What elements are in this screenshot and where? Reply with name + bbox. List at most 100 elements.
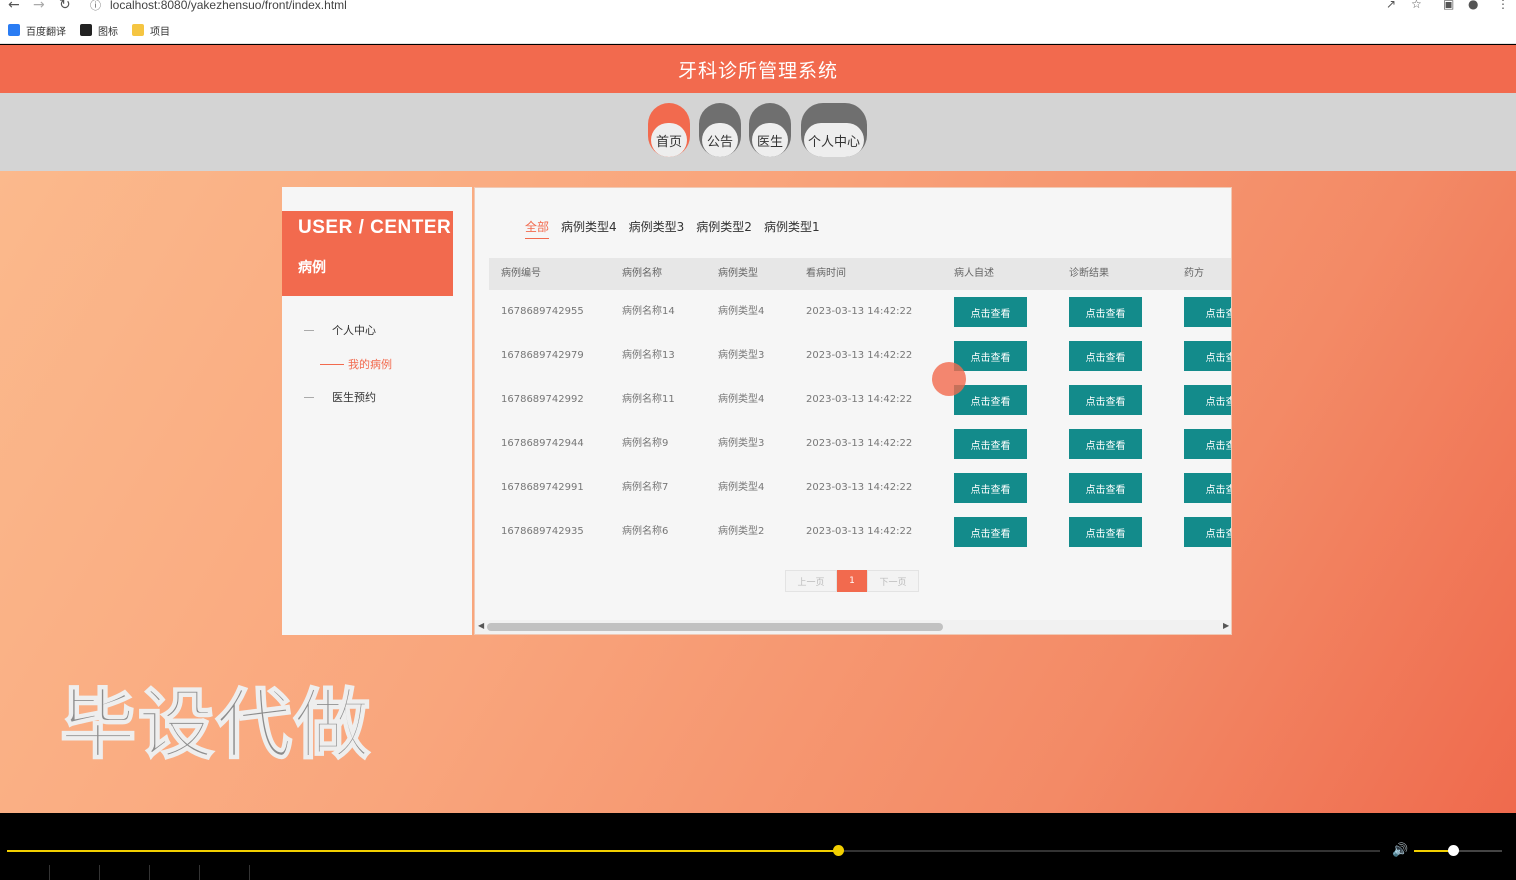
nav-item-0[interactable]: 首页 [648, 103, 690, 157]
view-diagnosis-button[interactable]: 点击查看 [1069, 429, 1142, 459]
cell-name: 病例名称14 [622, 306, 675, 317]
main-nav: 首页 公告 医生 个人中心 [0, 93, 1516, 171]
filter-tab-1[interactable]: 病例类型4 [561, 218, 617, 239]
scroll-right-icon[interactable]: ▶ [1223, 621, 1229, 630]
table-row: 1678689742991 病例名称7 病例类型4 2023-03-13 14:42:… [489, 466, 1231, 510]
main-area: USER / CENTER 病例 个人中心 我的病例 医生预约 全部 病例类型4 病… [0, 171, 1516, 813]
view-prescription-button[interactable]: 点击查 [1184, 473, 1231, 503]
player-control[interactable] [100, 865, 150, 880]
horizontal-scrollbar[interactable]: ◀ ▶ [475, 620, 1231, 634]
cell-id: 1678689742992 [501, 394, 584, 405]
volume-icon[interactable]: 🔊 [1392, 843, 1408, 858]
reload-icon[interactable]: ↻ [59, 0, 71, 13]
cell-type: 病例类型3 [718, 438, 765, 449]
filter-tab-2[interactable]: 病例类型3 [629, 218, 685, 239]
view-complaint-button[interactable]: 点击查看 [954, 429, 1027, 459]
dash-icon [304, 329, 314, 331]
view-prescription-button[interactable]: 点击查 [1184, 341, 1231, 371]
view-diagnosis-button[interactable]: 点击查看 [1069, 473, 1142, 503]
column-header: 药方 [1184, 268, 1204, 279]
bookmark-item[interactable]: 项目 [132, 23, 170, 38]
address-bar[interactable]: localhost:8080/yakezhensuo/front/index.h… [110, 0, 347, 12]
next-page-button[interactable]: 下一页 [867, 570, 919, 592]
cell-type: 病例类型2 [718, 526, 765, 537]
cell-id: 1678689742935 [501, 526, 584, 537]
player-controls-row [0, 865, 1516, 880]
bookmarks-bar: 百度翻译 图标 项目 [0, 20, 176, 40]
back-icon[interactable]: ← [8, 0, 20, 13]
cell-id: 1678689742944 [501, 438, 584, 449]
bookmark-item[interactable]: 图标 [80, 23, 118, 38]
table-row: 1678689742979 病例名称13 病例类型3 2023-03-13 14:42… [489, 334, 1231, 378]
sidebar-item-personal-center[interactable]: 个人中心 [304, 322, 376, 338]
view-diagnosis-button[interactable]: 点击查看 [1069, 297, 1142, 327]
nav-item-label: 医生 [752, 123, 788, 157]
column-header: 看病时间 [806, 268, 846, 279]
bookmark-label: 项目 [150, 26, 170, 38]
menu-icon[interactable]: ⋮ [1497, 0, 1509, 11]
view-prescription-button[interactable]: 点击查 [1184, 385, 1231, 415]
table-row: 1678689742935 病例名称6 病例类型2 2023-03-13 14:42:… [489, 510, 1231, 554]
view-complaint-button[interactable]: 点击查看 [954, 297, 1027, 327]
column-header: 病例编号 [501, 268, 541, 279]
scroll-left-icon[interactable]: ◀ [478, 621, 484, 630]
cases-table: 病例编号 病例名称 病例类型 看病时间 病人自述 诊断结果 药方 1678689742955… [489, 258, 1231, 554]
forward-icon[interactable]: → [33, 0, 45, 13]
sidebar-item-label: 我的病例 [348, 358, 392, 371]
player-control[interactable] [50, 865, 100, 880]
filter-tab-0[interactable]: 全部 [525, 218, 550, 239]
cell-id: 1678689742991 [501, 482, 584, 493]
nav-item-3[interactable]: 个人中心 [801, 103, 867, 157]
translate-icon [8, 24, 20, 36]
cell-time: 2023-03-13 14:42:22 [806, 482, 913, 493]
bookmark-star-icon[interactable]: ☆ [1411, 0, 1422, 11]
volume-slider[interactable] [1414, 845, 1502, 856]
view-complaint-button[interactable]: 点击查看 [954, 385, 1027, 415]
prev-page-button[interactable]: 上一页 [785, 570, 837, 592]
volume-knob[interactable] [1447, 845, 1459, 856]
page-1-button[interactable]: 1 [837, 570, 867, 592]
bookmark-label: 百度翻译 [26, 26, 66, 38]
view-complaint-button[interactable]: 点击查看 [954, 473, 1027, 503]
view-diagnosis-button[interactable]: 点击查看 [1069, 517, 1142, 547]
site-info-icon[interactable]: ⓘ [90, 0, 101, 13]
dash-icon [320, 363, 344, 365]
sidebar-item-label: 个人中心 [332, 324, 376, 337]
view-complaint-button[interactable]: 点击查看 [954, 517, 1027, 547]
view-diagnosis-button[interactable]: 点击查看 [1069, 341, 1142, 371]
watermark-text: 毕设代做 [59, 679, 372, 770]
profile-icon[interactable]: ● [1468, 0, 1478, 11]
sidebar-subtitle: 病例 [298, 260, 326, 276]
player-control[interactable] [0, 865, 50, 880]
cursor-highlight [932, 362, 966, 396]
sidebar-item-doctor-booking[interactable]: 医生预约 [304, 389, 376, 405]
sidebar-header: USER / CENTER 病例 [282, 211, 453, 296]
pagination: 上一页 1 下一页 [785, 570, 919, 592]
bookmark-item[interactable]: 百度翻译 [8, 23, 66, 38]
progress-knob[interactable] [832, 845, 844, 856]
cell-type: 病例类型4 [718, 394, 765, 405]
player-control[interactable] [200, 865, 250, 880]
cell-name: 病例名称13 [622, 350, 675, 361]
playback-progress[interactable] [7, 845, 1380, 856]
scrollbar-thumb[interactable] [487, 623, 943, 631]
cell-type: 病例类型4 [718, 482, 765, 493]
sidebar-title: USER / CENTER [298, 217, 452, 238]
view-prescription-button[interactable]: 点击查 [1184, 429, 1231, 459]
view-diagnosis-button[interactable]: 点击查看 [1069, 385, 1142, 415]
nav-item-1[interactable]: 公告 [699, 103, 741, 157]
cell-name: 病例名称7 [622, 482, 669, 493]
nav-item-2[interactable]: 医生 [749, 103, 791, 157]
nav-item-label: 首页 [651, 123, 687, 157]
sidebar-item-my-cases[interactable]: 我的病例 [320, 356, 392, 372]
browser-toolbar: ← → ↻ ⓘ localhost:8080/yakezhensuo/front… [0, 0, 1516, 44]
filter-tab-4[interactable]: 病例类型1 [764, 218, 820, 239]
player-control[interactable] [150, 865, 200, 880]
filter-tab-3[interactable]: 病例类型2 [696, 218, 752, 239]
cell-id: 1678689742955 [501, 306, 584, 317]
view-prescription-button[interactable]: 点击查 [1184, 517, 1231, 547]
view-complaint-button[interactable]: 点击查看 [954, 341, 1027, 371]
share-icon[interactable]: ↗ [1386, 0, 1396, 11]
sidebar-icon[interactable]: ▣ [1443, 0, 1454, 11]
view-prescription-button[interactable]: 点击查 [1184, 297, 1231, 327]
